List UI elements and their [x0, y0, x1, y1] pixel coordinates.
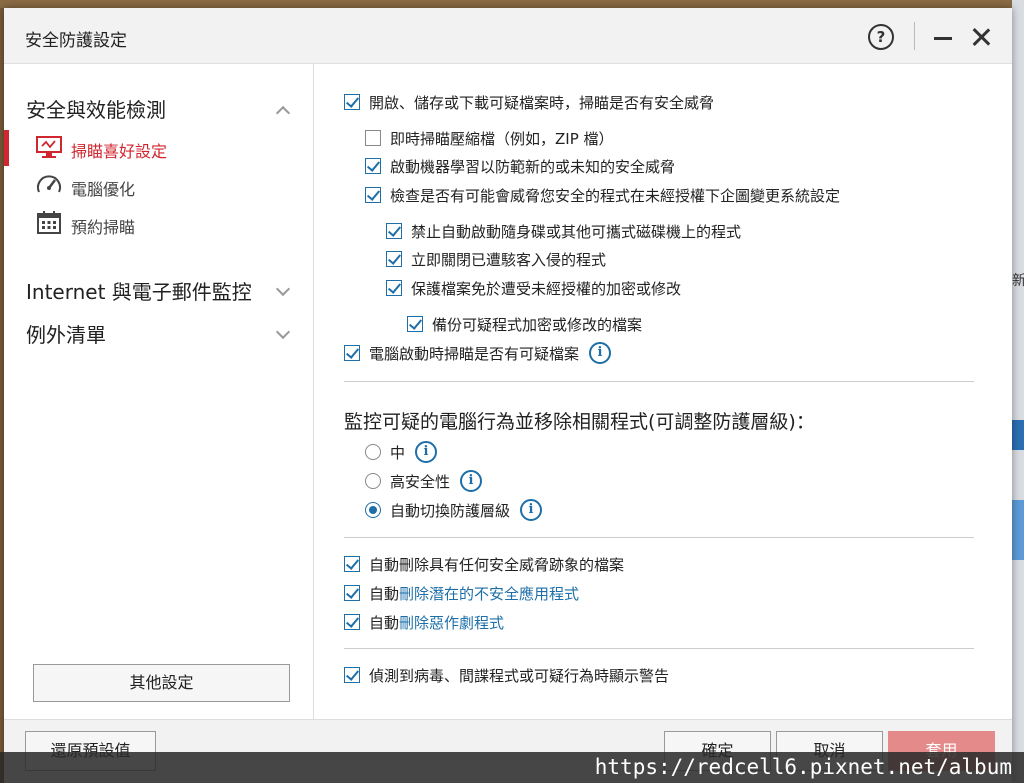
- sidebar-item-pc-optimization[interactable]: 電腦優化: [4, 168, 313, 204]
- option-unauthorized-changes[interactable]: 檢查是否有可能會威脅您安全的程式在未經授權下企圖變更系統設定: [365, 185, 840, 207]
- info-icon[interactable]: i: [589, 341, 612, 364]
- option-block-autorun[interactable]: 禁止自動啟動隨身碟或其他可攜式磁碟機上的程式: [386, 221, 741, 243]
- chevron-down-icon[interactable]: [275, 281, 291, 297]
- speedometer-icon: [37, 175, 61, 193]
- checkbox[interactable]: [344, 555, 360, 572]
- option-label: 自動: [369, 614, 400, 632]
- settings-dialog: 安全防護設定 ? 安全與效能檢測 掃瞄喜好設定 電腦優化 預約掃瞄 Intern…: [4, 8, 1012, 783]
- titlebar-separator: [914, 22, 915, 50]
- option-label: 檢查是否有可能會威脅您安全的程式在未經授權下企圖變更系統設定: [390, 187, 841, 205]
- option-label: 備份可疑程式加密或修改的檔案: [432, 316, 643, 334]
- checkbox[interactable]: [386, 222, 402, 239]
- background-window-edge: 新: [1012, 0, 1024, 783]
- background-blue-block: [1012, 420, 1024, 450]
- sidebar-item-label: 預約掃瞄: [71, 218, 136, 237]
- checkbox[interactable]: [386, 250, 402, 267]
- option-label: 開啟、儲存或下載可疑檔案時，掃瞄是否有安全威脅: [369, 94, 715, 112]
- option-label: 保護檔案免於遭受未經授權的加密或修改: [411, 280, 682, 298]
- sidebar-item-label: 電腦優化: [71, 180, 136, 199]
- section-exception-list[interactable]: 例外清單: [26, 319, 106, 348]
- chevron-up-icon[interactable]: [275, 105, 291, 121]
- radio-button[interactable]: [365, 501, 381, 518]
- checkbox[interactable]: [344, 93, 360, 110]
- option-label: 自動刪除具有任何安全威脅跡象的檔案: [369, 556, 625, 574]
- option-startup-scan[interactable]: 電腦啟動時掃瞄是否有可疑檔案 i: [344, 341, 612, 365]
- desktop-background: [0, 0, 1024, 8]
- info-icon[interactable]: i: [520, 498, 543, 521]
- radio-level-auto[interactable]: 自動切換防護層級 i: [365, 498, 543, 522]
- checkbox[interactable]: [365, 129, 381, 146]
- checkbox[interactable]: [386, 279, 402, 296]
- radio-level-high[interactable]: 高安全性 i: [365, 469, 483, 493]
- option-auto-delete-pua[interactable]: 自動刪除潛在的不安全應用程式: [344, 583, 579, 605]
- help-icon[interactable]: ?: [868, 24, 894, 50]
- option-label: 即時掃瞄壓縮檔（例如，ZIP 檔）: [390, 130, 614, 148]
- option-label: 立即關閉已遭駭客入侵的程式: [411, 251, 607, 269]
- option-label: 禁止自動啟動隨身碟或其他可攜式磁碟機上的程式: [411, 223, 742, 241]
- checkbox[interactable]: [344, 344, 360, 361]
- option-label: 偵測到病毒、間諜程式或可疑行為時顯示警告: [369, 667, 670, 685]
- radio-label: 高安全性: [390, 473, 451, 491]
- checkbox[interactable]: [344, 666, 360, 683]
- divider: [344, 648, 974, 649]
- option-label: 自動: [369, 585, 400, 603]
- sidebar-item-label: 掃瞄喜好設定: [71, 142, 168, 161]
- other-settings-button[interactable]: 其他設定: [33, 664, 290, 702]
- radio-level-medium[interactable]: 中i: [365, 440, 438, 464]
- divider: [344, 537, 974, 538]
- info-icon[interactable]: i: [460, 469, 483, 492]
- option-scan-compressed-files[interactable]: 即時掃瞄壓縮檔（例如，ZIP 檔）: [365, 128, 614, 150]
- watermark-text: https://redcell6.pixnet.net/album: [594, 755, 1012, 779]
- option-machine-learning[interactable]: 啟動機器學習以防範新的或未知的安全威脅: [365, 156, 675, 178]
- calendar-icon: [37, 211, 61, 234]
- radio-label: 中: [390, 444, 406, 462]
- chevron-down-icon[interactable]: [275, 324, 291, 340]
- option-protect-encryption[interactable]: 保護檔案免於遭受未經授權的加密或修改: [386, 278, 681, 300]
- pua-link[interactable]: 刪除潛在的不安全應用程式: [399, 585, 579, 603]
- behavior-monitoring-heading: 監控可疑的電腦行為並移除相關程式(可調整防護層級)：: [344, 411, 815, 433]
- info-icon[interactable]: i: [415, 440, 438, 463]
- window-title: 安全防護設定: [25, 31, 127, 51]
- option-label: 啟動機器學習以防範新的或未知的安全威脅: [390, 158, 676, 176]
- minimize-icon[interactable]: [934, 37, 952, 40]
- sidebar: 安全與效能檢測 掃瞄喜好設定 電腦優化 預約掃瞄 Internet 與電子郵件監…: [4, 64, 314, 719]
- sidebar-item-scan-preferences[interactable]: 掃瞄喜好設定: [4, 130, 313, 166]
- main-content: 開啟、儲存或下載可疑檔案時，掃瞄是否有安全威脅 即時掃瞄壓縮檔（例如，ZIP 檔…: [314, 64, 1012, 719]
- watermark-bar: https://redcell6.pixnet.net/album: [0, 752, 1024, 783]
- checkbox[interactable]: [407, 315, 423, 332]
- sidebar-item-scheduled-scan[interactable]: 預約掃瞄: [4, 206, 313, 242]
- option-show-warnings[interactable]: 偵測到病毒、間諜程式或可疑行為時顯示警告: [344, 665, 669, 687]
- divider: [344, 381, 974, 382]
- option-label: 電腦啟動時掃瞄是否有可疑檔案: [369, 345, 580, 363]
- checkbox[interactable]: [344, 613, 360, 630]
- radio-label: 自動切換防護層級: [390, 502, 511, 520]
- option-auto-delete-jokes[interactable]: 自動刪除惡作劇程式: [344, 612, 504, 634]
- checkbox[interactable]: [365, 157, 381, 174]
- radio-button[interactable]: [365, 443, 381, 460]
- close-icon[interactable]: [970, 26, 992, 48]
- background-text: 新: [1012, 273, 1024, 289]
- background-blue-block-2: [1012, 500, 1024, 560]
- checkbox[interactable]: [365, 186, 381, 203]
- title-bar: 安全防護設定 ?: [4, 8, 1012, 64]
- radio-button[interactable]: [365, 472, 381, 489]
- checkbox[interactable]: [344, 584, 360, 601]
- joke-program-link[interactable]: 刪除惡作劇程式: [399, 614, 504, 632]
- option-scan-suspicious-files[interactable]: 開啟、儲存或下載可疑檔案時，掃瞄是否有安全威脅: [344, 92, 714, 114]
- option-auto-delete-threats[interactable]: 自動刪除具有任何安全威脅跡象的檔案: [344, 554, 624, 576]
- monitor-scan-icon: [36, 136, 62, 158]
- section-security-performance[interactable]: 安全與效能檢測: [26, 94, 166, 123]
- option-close-compromised[interactable]: 立即關閉已遭駭客入侵的程式: [386, 249, 606, 271]
- active-indicator: [4, 130, 9, 166]
- option-backup-files[interactable]: 備份可疑程式加密或修改的檔案: [407, 314, 642, 336]
- section-internet-email[interactable]: Internet 與電子郵件監控: [26, 276, 252, 305]
